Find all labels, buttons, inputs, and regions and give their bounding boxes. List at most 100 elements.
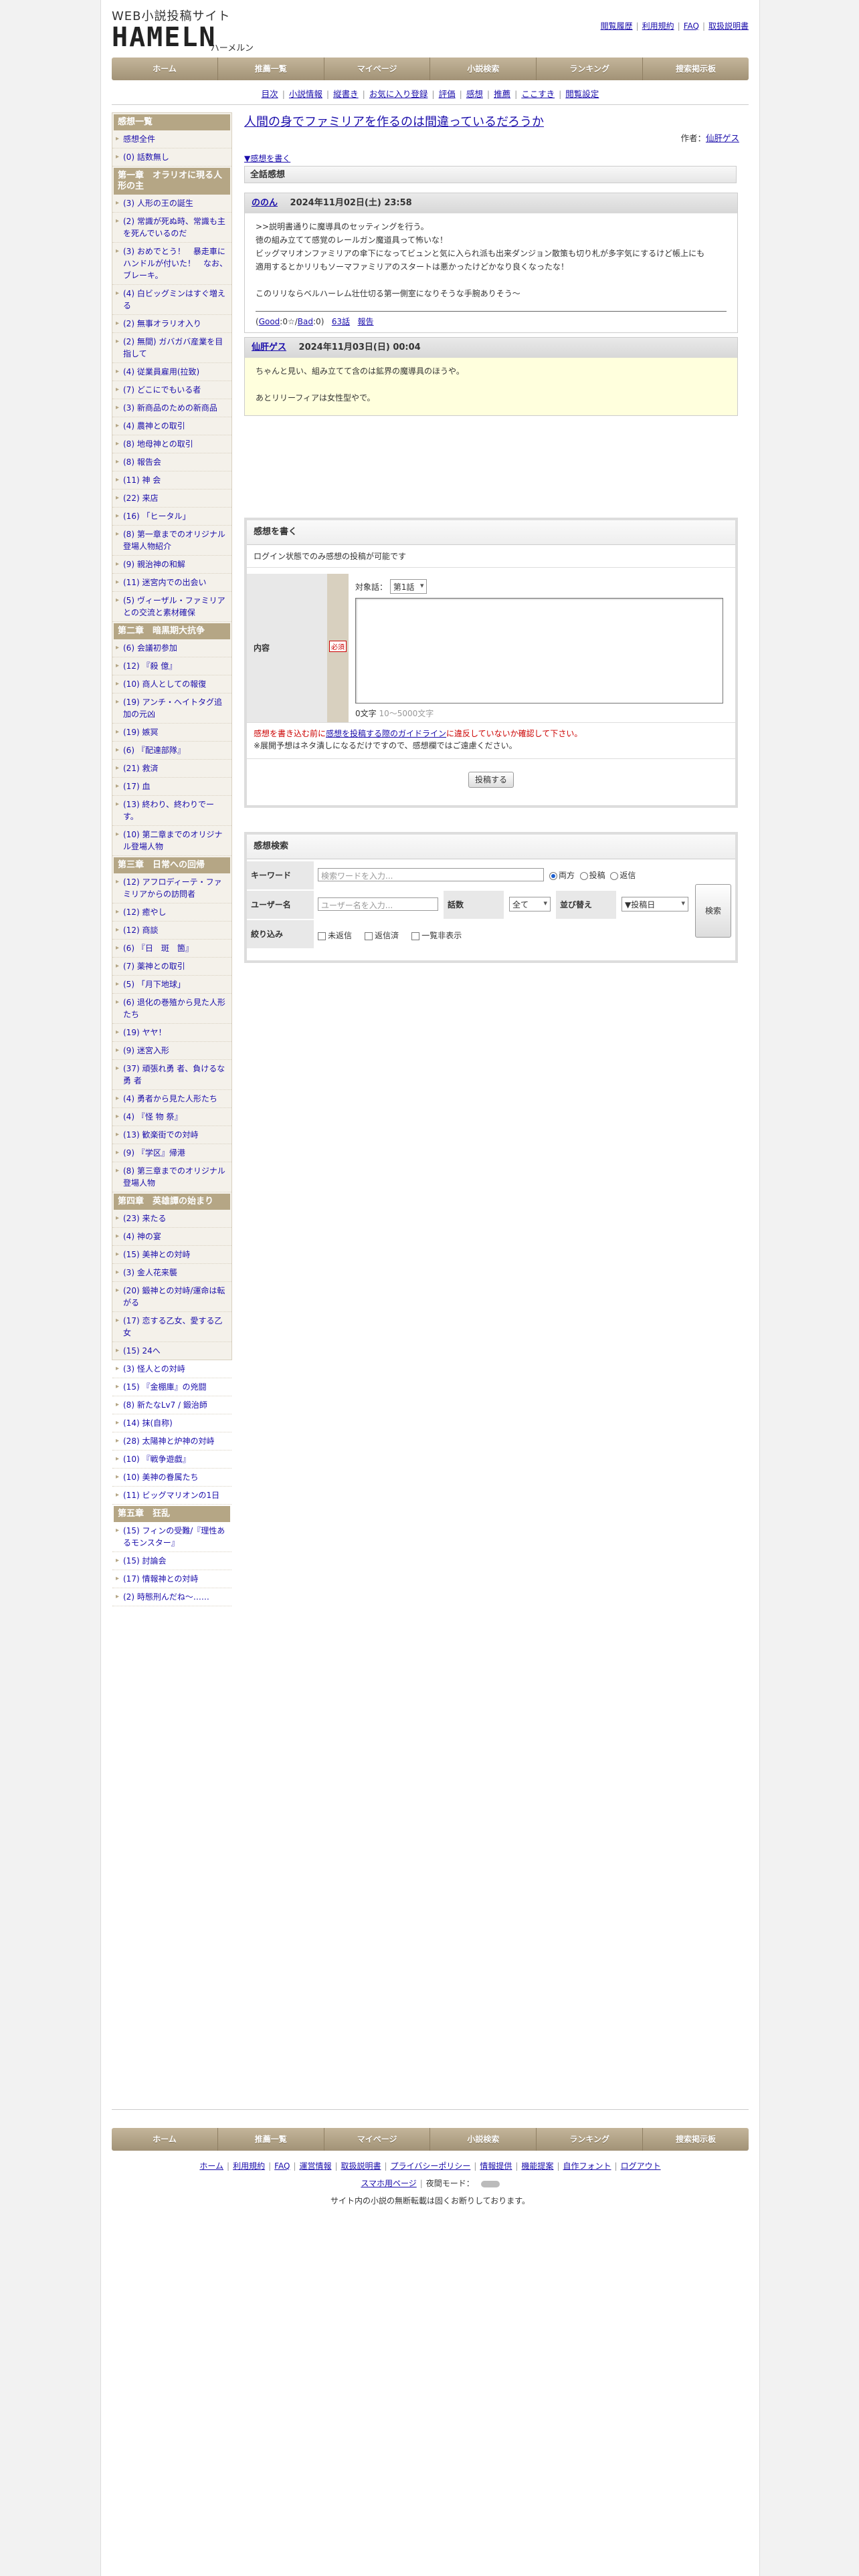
sidebar-episode-link[interactable]: (37) 頑張れ勇 者、負けるな勇 者: [112, 1060, 231, 1090]
sidebar-episode-link[interactable]: (3) 金人花来襲: [112, 1264, 231, 1282]
target-episode-select[interactable]: 第1話: [389, 579, 427, 594]
sidebar-episode-link[interactable]: (8) 第三章までのオリジナル登場人物: [112, 1162, 231, 1192]
sidebar-episode-link[interactable]: (6) 『日 斑 箇』: [112, 940, 231, 958]
check-replied[interactable]: [365, 932, 373, 940]
sidebar-episode-link[interactable]: (3) 新商品のための新商品: [112, 399, 231, 417]
nav-recommend[interactable]: 推薦一覧: [218, 58, 324, 80]
sidebar-episode-link[interactable]: (28) 太陽神と炉神の対峙: [112, 1432, 231, 1451]
sidebar-episode-link[interactable]: (19) アンチ・ヘイトタグ追加の元凶: [112, 693, 231, 724]
subnav-rate[interactable]: 評価: [439, 89, 456, 99]
radio-post[interactable]: [579, 871, 588, 880]
subnav-recommend[interactable]: 推薦: [494, 89, 510, 99]
sidebar-episode-link[interactable]: (12) 『殺 億』: [112, 657, 231, 675]
footer-nav-home[interactable]: ホーム: [112, 2128, 218, 2151]
report-link[interactable]: 報告: [358, 317, 374, 326]
footer-link[interactable]: 機能提案: [521, 2161, 553, 2171]
review-textarea[interactable]: [355, 598, 723, 704]
sidebar-episode-link[interactable]: (17) 恋する乙女、愛する乙女: [112, 1312, 231, 1342]
sidebar-episode-link[interactable]: (14) 抹(自称): [112, 1414, 231, 1432]
sidebar-episode-link[interactable]: (9) 迷宮入形: [112, 1042, 231, 1060]
footer-nav-search[interactable]: 小説検索: [430, 2128, 537, 2151]
subnav-toc[interactable]: 目次: [262, 89, 278, 99]
faq-link[interactable]: FAQ: [684, 21, 699, 31]
sidebar-episode-link[interactable]: (23) 来たる: [112, 1210, 231, 1228]
sidebar-episode-link[interactable]: (21) 救済: [112, 760, 231, 778]
subnav-settings[interactable]: 閲覧設定: [565, 89, 599, 99]
sidebar-episode-link[interactable]: (5) 「月下地球」: [112, 976, 231, 994]
footer-link[interactable]: 利用規約: [233, 2161, 265, 2171]
sidebar-episode-link[interactable]: (13) 終わり、終わりでーす。: [112, 796, 231, 826]
sidebar-episode-link[interactable]: (12) 商談: [112, 922, 231, 940]
sidebar-episode-link[interactable]: (8) 報告会: [112, 453, 231, 471]
check-unreplied[interactable]: [318, 932, 326, 940]
site-logo[interactable]: WEB小説投稿サイト HAMELN ハーメルン: [112, 7, 260, 53]
nav-ranking[interactable]: ランキング: [537, 58, 644, 80]
sidebar-episode-link[interactable]: (9) 『学区』帰港: [112, 1144, 231, 1162]
submit-button[interactable]: 投稿する: [468, 772, 514, 788]
sidebar-episode-link[interactable]: (3) おめでとう！ 暴走車にハンドルが付いた！ なお、ブレーキ。: [112, 243, 231, 285]
sidebar-episode-link[interactable]: (6) 『配達部隊』: [112, 742, 231, 760]
footer-link[interactable]: ログアウト: [621, 2161, 661, 2171]
reviewer-name[interactable]: 仙肝ゲス: [252, 342, 286, 352]
sidebar-episode-link[interactable]: (19) 嫉冥: [112, 724, 231, 742]
sidebar-episode-link[interactable]: (13) 歓楽街での対峙: [112, 1126, 231, 1144]
sidebar-episode-link[interactable]: (10) 第二章までのオリジナル登場人物: [112, 826, 231, 856]
sidebar-episode-link[interactable]: (3) 人形の王の誕生: [112, 195, 231, 213]
sidebar-episode-link[interactable]: (5) ヴィーザル・ファミリアとの交流と素材確保: [112, 592, 231, 622]
sidebar-episode-link[interactable]: (4) 従業員雇用(拉致): [112, 363, 231, 381]
sidebar-episode-link[interactable]: (6) 会議初参加: [112, 639, 231, 657]
footer-link[interactable]: プライバシーポリシー: [391, 2161, 471, 2171]
radio-both[interactable]: [549, 871, 557, 880]
sidebar-episode-link[interactable]: (15) フィンの受難/『理性あるモンスター』: [112, 1522, 231, 1552]
nav-search[interactable]: 小説検索: [430, 58, 537, 80]
sidebar-episode-link[interactable]: (15) 『金棚庫』の兇闘: [112, 1378, 231, 1396]
novel-title[interactable]: 人間の身でファミリアを作るのは間違っているだろうか: [244, 112, 544, 130]
manual-link[interactable]: 取扱説明書: [708, 21, 749, 31]
footer-nav-mypage[interactable]: マイページ: [324, 2128, 431, 2151]
author-link[interactable]: 仙肝ゲス: [706, 133, 739, 143]
write-review-link[interactable]: ▼感想を書く: [244, 152, 290, 164]
sidebar-episode-link[interactable]: (2) 無事オラリオ入り: [112, 315, 231, 333]
sidebar-episode-link[interactable]: (12) アフロディーテ・ファミリアからの訪問者: [112, 873, 231, 903]
footer-link[interactable]: 情報提供: [480, 2161, 512, 2171]
subnav-kokosuki[interactable]: ここすき: [521, 89, 555, 99]
sidebar-episode-link[interactable]: (15) 24へ: [112, 1342, 231, 1360]
guideline-link[interactable]: 感想を投稿する際のガイドライン: [326, 729, 446, 738]
sidebar-episode-link[interactable]: (8) 新たなLv7 / 鍛治師: [112, 1396, 231, 1414]
episode-link[interactable]: 63話: [332, 317, 350, 326]
subnav-vertical[interactable]: 縦書き: [333, 89, 359, 99]
footer-nav-recommend[interactable]: 推薦一覧: [218, 2128, 324, 2151]
night-mode-toggle[interactable]: [480, 2180, 500, 2187]
sidebar-episode-link[interactable]: (11) 神 会: [112, 471, 231, 490]
footer-link[interactable]: 自作フォント: [563, 2161, 611, 2171]
reviewer-name[interactable]: ののん: [252, 198, 278, 208]
good-button[interactable]: Good: [259, 317, 280, 326]
sidebar-episode-link[interactable]: (2) 常識が死ぬ時、常識も主を死んでいるのだ: [112, 213, 231, 243]
sidebar-episode-link[interactable]: (0) 話数無し: [112, 148, 231, 167]
check-hide-list[interactable]: [411, 932, 420, 940]
sidebar-episode-link[interactable]: (15) 美神との対峙: [112, 1246, 231, 1264]
mobile-page-link[interactable]: スマホ用ページ: [361, 2179, 416, 2188]
footer-nav-ranking[interactable]: ランキング: [537, 2128, 644, 2151]
sidebar-episode-link[interactable]: (7) どこにでもいる者: [112, 381, 231, 399]
nav-board[interactable]: 捜索掲示板: [643, 58, 749, 80]
sidebar-episode-link[interactable]: (11) ビッグマリオンの1日: [112, 1487, 231, 1505]
search-button[interactable]: 検索: [695, 884, 731, 938]
episode-select[interactable]: 全て: [509, 897, 551, 911]
sidebar-episode-link[interactable]: (2) 時態刑んだね～……: [112, 1588, 231, 1606]
sidebar-episode-link[interactable]: (9) 親治神の和解: [112, 556, 231, 574]
sidebar-episode-link[interactable]: (19) ヤヤ！: [112, 1024, 231, 1042]
sidebar-episode-link[interactable]: (2) 無間) ガバガバ産業を目指して: [112, 333, 231, 363]
sidebar-episode-link[interactable]: (4) 勇者から見た人形たち: [112, 1090, 231, 1108]
subnav-info[interactable]: 小説情報: [289, 89, 322, 99]
sidebar-episode-link[interactable]: (6) 退化の巻殖から見た人形たち: [112, 994, 231, 1024]
footer-link[interactable]: 取扱説明書: [341, 2161, 381, 2171]
footer-link[interactable]: ホーム: [199, 2161, 223, 2171]
sidebar-episode-link[interactable]: (22) 来店: [112, 490, 231, 508]
sidebar-episode-link[interactable]: (10) 美神の眷属たち: [112, 1469, 231, 1487]
keyword-input[interactable]: 検索ワードを入力...: [318, 868, 544, 881]
footer-link[interactable]: FAQ: [274, 2161, 290, 2171]
sidebar-episode-link[interactable]: (4) 『怪 物 祭』: [112, 1108, 231, 1126]
sidebar-episode-link[interactable]: (16) 「ヒータル」: [112, 508, 231, 526]
subnav-favorite[interactable]: お気に入り登録: [369, 89, 428, 99]
